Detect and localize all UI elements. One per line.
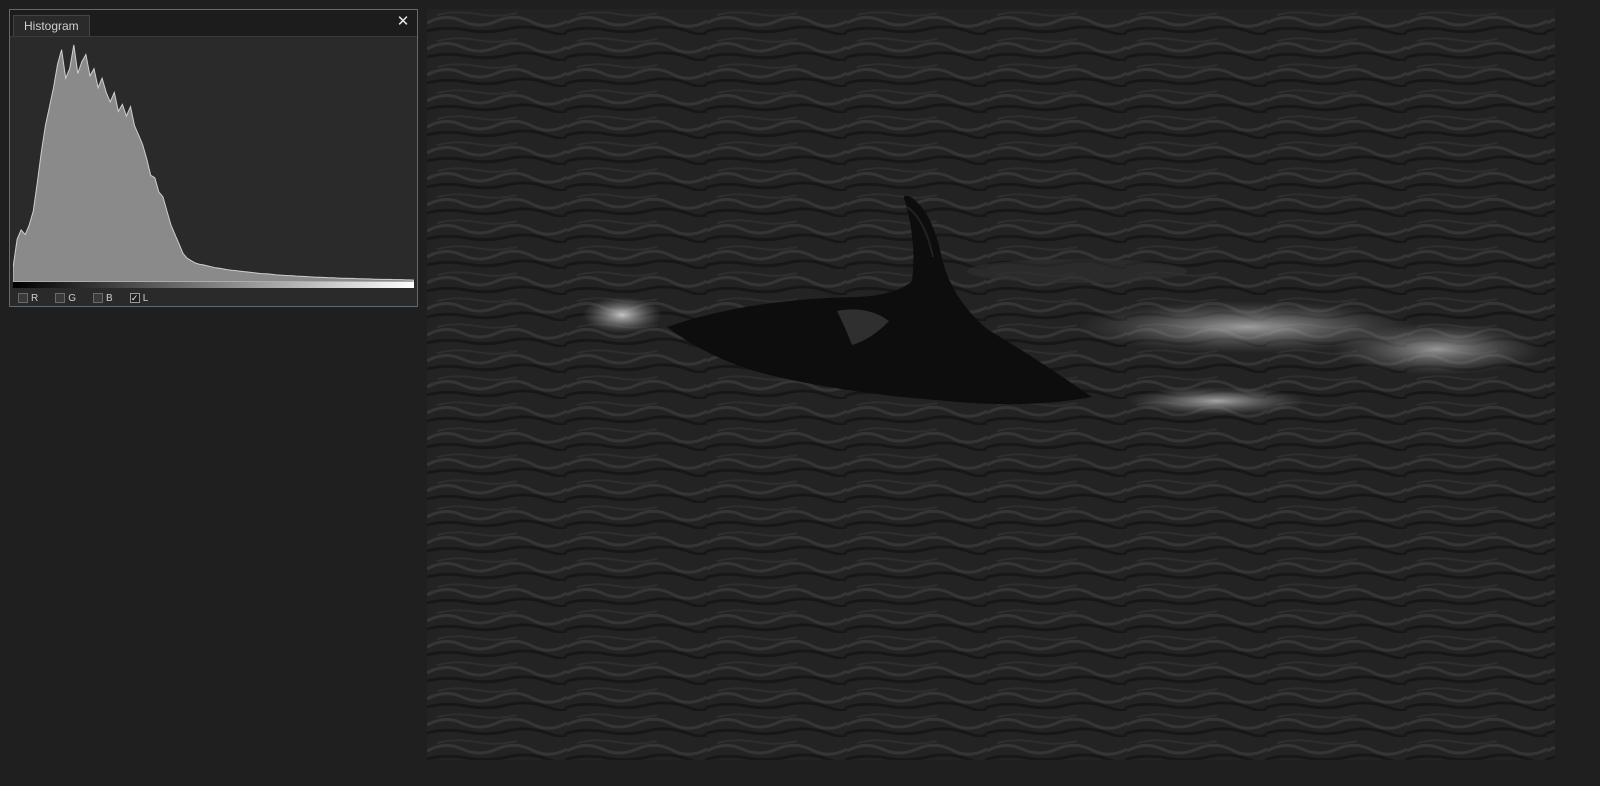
channel-b-label: B <box>106 292 113 304</box>
orca-image <box>427 9 1555 760</box>
wake-spray-lower <box>1127 387 1307 415</box>
channel-b-toggle[interactable]: B <box>93 293 113 304</box>
tab-histogram[interactable]: Histogram <box>13 15 90 36</box>
left-sidebar: Histogram ✕ R G B ✓ L <box>0 0 427 786</box>
histogram-area <box>13 44 414 283</box>
channel-g-checkbox[interactable] <box>55 293 66 303</box>
channel-g-label: G <box>68 292 77 304</box>
channel-r-checkbox[interactable] <box>18 293 28 303</box>
image-viewport[interactable] <box>427 9 1555 760</box>
luminance-gradient-bar <box>13 282 414 288</box>
channel-l-toggle[interactable]: ✓ L <box>129 292 149 304</box>
channel-l-checkbox[interactable]: ✓ <box>129 293 140 303</box>
panel-header: Histogram ✕ <box>10 10 417 37</box>
channel-l-label: L <box>142 292 149 304</box>
wake-spray-right <box>1332 323 1542 375</box>
histogram-panel: Histogram ✕ R G B ✓ L <box>9 9 418 307</box>
histogram-plot <box>13 39 414 288</box>
splash-left <box>582 297 662 333</box>
channel-r-label: R <box>31 292 39 304</box>
close-icon[interactable]: ✕ <box>395 14 411 30</box>
channel-r-toggle[interactable]: R <box>18 293 38 304</box>
channel-b-checkbox[interactable] <box>93 293 104 303</box>
channel-g-toggle[interactable]: G <box>55 293 76 304</box>
histogram-graph <box>13 44 414 288</box>
channel-toggles: R G B ✓ L <box>18 291 165 305</box>
